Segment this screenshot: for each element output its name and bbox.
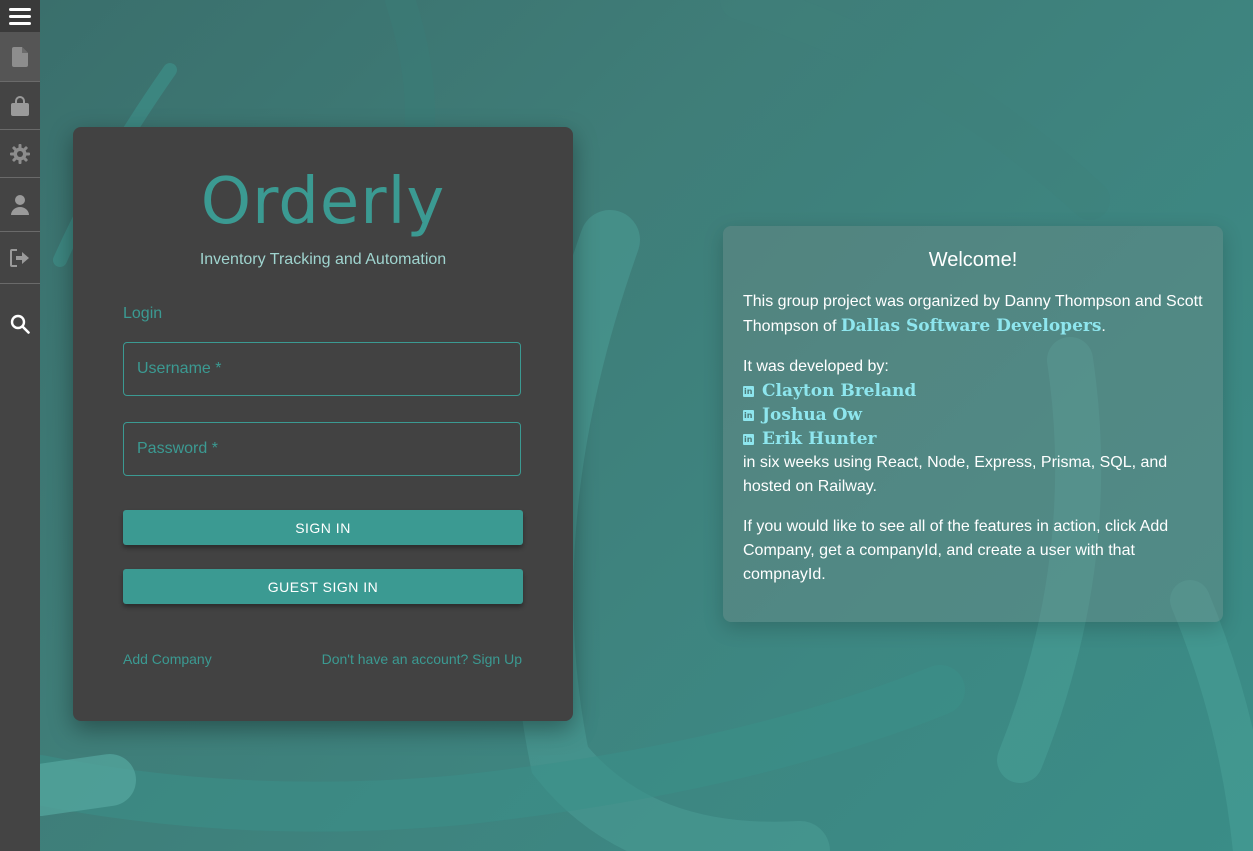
file-icon bbox=[12, 46, 28, 67]
guest-sign-in-button[interactable]: GUEST SIGN IN bbox=[123, 569, 523, 604]
sidebar bbox=[0, 0, 40, 851]
developed-by-label: It was developed by: bbox=[743, 358, 889, 375]
add-company-link[interactable]: Add Company bbox=[123, 651, 212, 667]
brand-tagline: Inventory Tracking and Automation bbox=[199, 251, 447, 268]
developer-name[interactable]: Clayton Breland bbox=[762, 379, 916, 403]
intro-suffix: . bbox=[1101, 318, 1106, 335]
menu-icon bbox=[9, 8, 31, 25]
sidebar-item-products[interactable] bbox=[0, 82, 40, 129]
sidebar-item-settings[interactable] bbox=[0, 130, 40, 177]
password-field bbox=[123, 422, 521, 476]
password-input[interactable] bbox=[124, 423, 520, 475]
login-card: Orderly Inventory Tracking and Automatio… bbox=[73, 127, 573, 721]
gear-icon bbox=[10, 143, 30, 164]
username-field bbox=[123, 342, 521, 396]
welcome-panel: Welcome! This group project was organize… bbox=[723, 226, 1223, 622]
username-input[interactable] bbox=[124, 343, 520, 395]
welcome-body: This group project was organized by Dann… bbox=[743, 290, 1208, 587]
sign-in-button[interactable]: SIGN IN bbox=[123, 510, 523, 545]
logout-icon bbox=[10, 248, 29, 267]
developer-link[interactable]: Joshua Ow bbox=[743, 403, 1208, 428]
org-link[interactable]: Dallas Software Developers bbox=[841, 316, 1102, 336]
shopping-bag-icon bbox=[11, 95, 29, 116]
search-icon bbox=[10, 314, 30, 334]
developer-link[interactable]: Clayton Breland bbox=[743, 379, 1208, 404]
sign-up-link[interactable]: Don't have an account? Sign Up bbox=[322, 651, 522, 667]
user-icon bbox=[11, 194, 29, 215]
developer-name[interactable]: Joshua Ow bbox=[762, 403, 862, 427]
tech-paragraph: in six weeks using React, Node, Express,… bbox=[743, 454, 1168, 495]
menu-button[interactable] bbox=[0, 0, 40, 32]
developer-name[interactable]: Erik Hunter bbox=[762, 427, 876, 451]
features-paragraph: If you would like to see all of the feat… bbox=[743, 518, 1169, 583]
sidebar-item-documents[interactable] bbox=[0, 32, 40, 81]
intro-paragraph: This group project was organized by Dann… bbox=[743, 290, 1208, 339]
sidebar-item-account[interactable] bbox=[0, 178, 40, 231]
linkedin-icon bbox=[743, 404, 754, 428]
developer-link[interactable]: Erik Hunter bbox=[743, 427, 1208, 452]
welcome-title: Welcome! bbox=[928, 249, 1018, 271]
linkedin-icon bbox=[743, 380, 754, 404]
sidebar-item-logout[interactable] bbox=[0, 232, 40, 283]
login-section-label: Login bbox=[123, 305, 163, 322]
brand-title: Orderly bbox=[200, 165, 446, 239]
linkedin-icon bbox=[743, 428, 754, 452]
sidebar-item-search[interactable] bbox=[0, 300, 40, 348]
